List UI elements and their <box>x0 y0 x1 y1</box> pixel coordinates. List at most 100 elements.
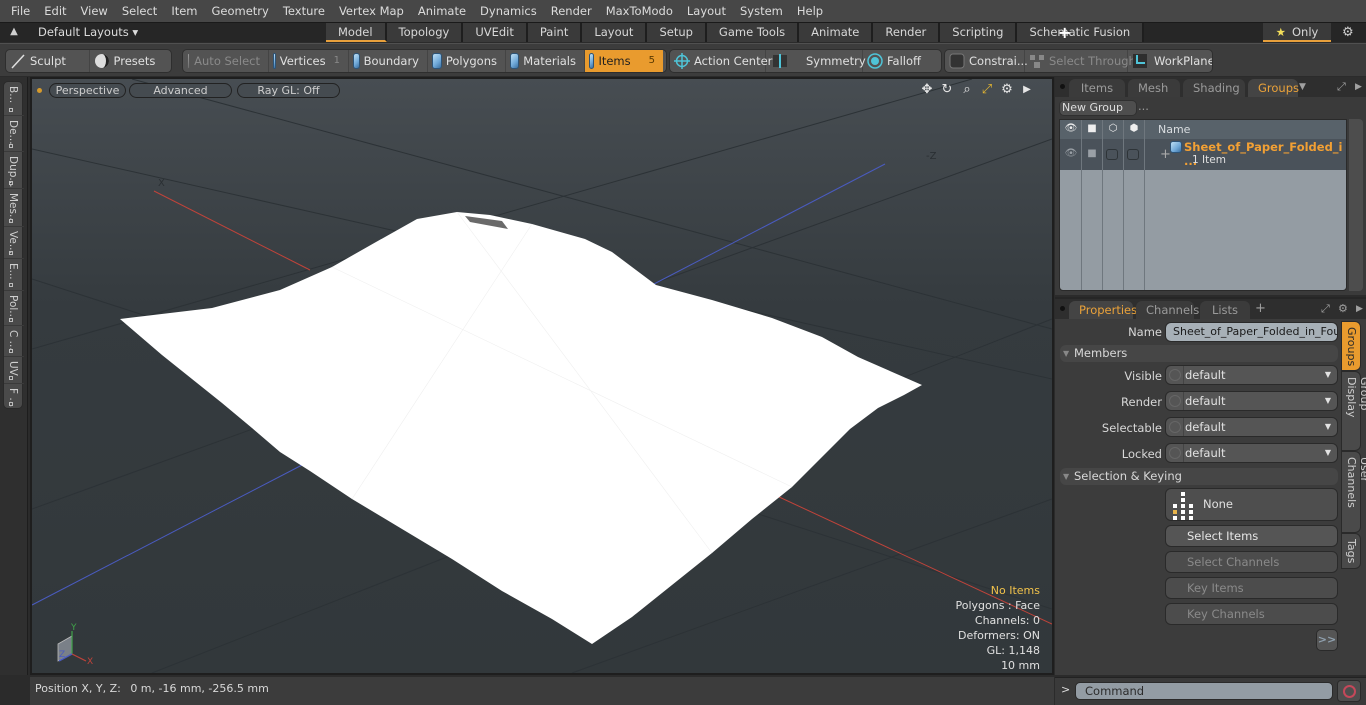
constraints-button[interactable]: Constrai... <box>945 50 1028 72</box>
record-macro-button[interactable] <box>1337 680 1361 702</box>
menu-maxtomodo[interactable]: MaxToModo <box>599 0 680 22</box>
panel-menu-dot-icon[interactable] <box>1060 306 1065 311</box>
visible-radio-icon[interactable] <box>1169 369 1181 381</box>
render-camera-icon[interactable]: ■ <box>1085 123 1099 135</box>
side-tab-tags[interactable]: Tags <box>1341 533 1361 569</box>
left-tab-fusion[interactable]: F ... <box>4 384 24 409</box>
menu-help[interactable]: Help <box>790 0 830 22</box>
render-dropdown[interactable]: default ▼ <box>1165 391 1338 411</box>
viewport-expand-arrow-icon[interactable]: ▶ <box>1020 83 1034 97</box>
menu-file[interactable]: File <box>4 0 37 22</box>
menu-edit[interactable]: Edit <box>37 0 73 22</box>
add-tab-button[interactable]: + <box>1255 301 1266 317</box>
select-items-button[interactable]: Select Items <box>1165 525 1338 547</box>
key-channels-button[interactable]: Key Channels <box>1165 603 1338 625</box>
symmetry-button[interactable]: Symmetry <box>766 50 866 72</box>
sculpt-button[interactable]: Sculpt <box>6 50 90 72</box>
tab-paint[interactable]: Paint <box>527 23 583 42</box>
tab-items[interactable]: Items <box>1069 79 1125 97</box>
materials-button[interactable]: Materials <box>506 50 585 72</box>
name-field[interactable]: Sheet_of_Paper_Folded_in_Four <box>1165 322 1338 342</box>
tab-groups[interactable]: Groups <box>1248 79 1299 97</box>
select-channels-button[interactable]: Select Channels <box>1165 551 1338 573</box>
polygons-button[interactable]: Polygons <box>428 50 506 72</box>
selection-mode-button[interactable]: None <box>1165 488 1338 521</box>
tab-game-tools[interactable]: Game Tools <box>706 23 800 42</box>
locked-cube-icon[interactable]: ⬢ <box>1127 123 1141 135</box>
panel-settings-icon[interactable]: ⚙ <box>1338 301 1348 317</box>
menu-system[interactable]: System <box>733 0 790 22</box>
selectable-dropdown[interactable]: default ▼ <box>1165 417 1338 437</box>
left-tab-basic[interactable]: B... <box>4 82 24 116</box>
tab-uvedit[interactable]: UVEdit <box>463 23 528 42</box>
left-tab-curve[interactable]: C ... <box>4 326 24 357</box>
menu-texture[interactable]: Texture <box>276 0 332 22</box>
menu-select[interactable]: Select <box>115 0 164 22</box>
left-tab-edge[interactable]: E... <box>4 259 24 291</box>
selection-keying-section-header[interactable]: Selection & Keying <box>1060 468 1338 485</box>
tab-setup[interactable]: Setup <box>647 23 707 42</box>
menu-render[interactable]: Render <box>544 0 599 22</box>
tab-channels[interactable]: Channels <box>1136 301 1199 319</box>
selectable-radio-icon[interactable] <box>1169 421 1181 433</box>
gear-icon[interactable]: ⚙ <box>1342 23 1354 42</box>
locked-radio-icon[interactable] <box>1169 447 1181 459</box>
render-radio-icon[interactable] <box>1169 395 1181 407</box>
default-layouts-dropdown[interactable]: Default Layouts ▾ <box>38 23 138 42</box>
pan-icon[interactable]: ✥ <box>920 83 934 97</box>
left-tab-uv[interactable]: UV <box>4 357 24 384</box>
viewport-settings-icon[interactable]: ⚙ <box>1000 83 1014 97</box>
side-tab-user-channels[interactable]: User Channels <box>1341 451 1366 533</box>
viewport-menu-dot-icon[interactable] <box>37 88 42 93</box>
row-visibility-icon[interactable]: 👁 <box>1064 148 1078 160</box>
left-tab-vertex[interactable]: Ve... <box>4 227 24 259</box>
action-center-button[interactable]: Action Center <box>670 50 772 72</box>
items-button[interactable]: Items 5 <box>585 50 663 72</box>
maximize-panel-icon[interactable]: ⤢ <box>1337 79 1346 95</box>
tab-topology[interactable]: Topology <box>386 23 464 42</box>
select-through-button[interactable]: Select Through <box>1025 50 1136 72</box>
menu-layout[interactable]: Layout <box>680 0 733 22</box>
locked-dropdown[interactable]: default ▼ <box>1165 443 1338 463</box>
3d-viewport[interactable]: X -Z Y X Z Perspective Advanced Ray GL: … <box>30 77 1054 675</box>
only-toggle[interactable]: ★ Only <box>1263 23 1331 42</box>
auto-select-button[interactable]: Auto Select <box>183 50 269 72</box>
selectable-cube-icon[interactable]: ⬡ <box>1106 123 1120 135</box>
tab-schematic-fusion[interactable]: Schematic Fusion <box>1017 23 1145 42</box>
more-button[interactable]: >> <box>1316 629 1338 651</box>
tab-mesh[interactable]: Mesh ... <box>1128 79 1180 113</box>
menu-dynamics[interactable]: Dynamics <box>473 0 544 22</box>
boundary-button[interactable]: Boundary <box>349 50 428 72</box>
side-tab-groups[interactable]: Groups <box>1341 321 1361 371</box>
menu-geometry[interactable]: Geometry <box>205 0 276 22</box>
new-group-button[interactable]: New Group <box>1059 100 1137 116</box>
shading-mode-dropdown[interactable]: Advanced <box>129 83 232 98</box>
key-items-button[interactable]: Key Items <box>1165 577 1338 599</box>
paper-sheet-mesh[interactable] <box>120 212 922 644</box>
tab-animate[interactable]: Animate <box>799 23 874 42</box>
tab-shading[interactable]: Shading <box>1183 79 1245 97</box>
visible-dropdown[interactable]: default ▼ <box>1165 365 1338 385</box>
menu-animate[interactable]: Animate <box>411 0 473 22</box>
tabs-dropdown-icon[interactable]: ▼ <box>1299 79 1306 95</box>
side-tab-group-display[interactable]: Group Display <box>1341 371 1366 451</box>
panel-arrow-icon[interactable]: ▶ <box>1355 79 1362 95</box>
panel-menu-dot-icon[interactable] <box>1060 84 1065 89</box>
presets-button[interactable]: Presets <box>90 50 172 72</box>
left-tab-polygon[interactable]: Pol... <box>4 291 24 326</box>
visibility-eye-icon[interactable]: 👁 <box>1064 123 1078 135</box>
menu-view[interactable]: View <box>74 0 115 22</box>
left-tab-deform[interactable]: De... <box>4 116 24 152</box>
tab-properties[interactable]: Properties <box>1069 301 1137 319</box>
left-tab-duplicate[interactable]: Dup... <box>4 152 24 189</box>
row-render-icon[interactable]: ■ <box>1085 148 1099 160</box>
groups-list-scrollbar[interactable] <box>1349 119 1363 291</box>
fit-view-icon[interactable]: ⤢ <box>980 83 994 97</box>
workplane-button[interactable]: WorkPlane <box>1128 50 1212 72</box>
members-section-header[interactable]: Members <box>1060 345 1338 362</box>
tab-layout[interactable]: Layout <box>582 23 648 42</box>
falloff-button[interactable]: Falloff <box>863 50 941 72</box>
tab-lists[interactable]: Lists <box>1200 301 1250 319</box>
raygl-toggle[interactable]: Ray GL: Off <box>237 83 340 98</box>
menu-vertex-map[interactable]: Vertex Map <box>332 0 411 22</box>
